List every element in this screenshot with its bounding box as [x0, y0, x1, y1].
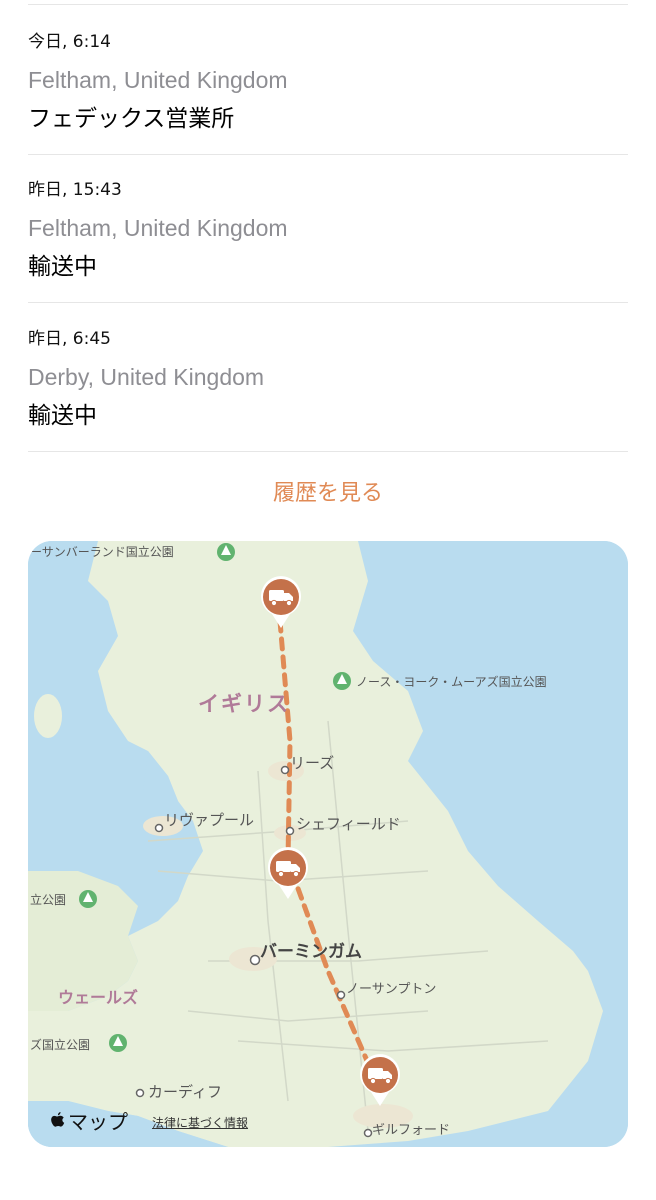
apple-icon — [51, 1111, 65, 1127]
city-dot — [280, 765, 290, 775]
map-canvas: ーサンバーランド国立公園 ノース・ヨーク・ムーアズ国立公園 イギリス リーズ リ… — [28, 541, 628, 1147]
map-label-northumberland: ーサンバーランド国立公園 — [30, 544, 174, 559]
map-label-brecon: ズ国立公園 — [30, 1037, 90, 1052]
map-label-cardiff: カーディフ — [148, 1083, 222, 1101]
map-label-leeds: リーズ — [290, 754, 334, 772]
event-time: 今日, 6:14 — [28, 32, 111, 52]
truck-icon — [268, 847, 308, 899]
apple-maps-logo: マップ — [48, 1106, 128, 1135]
truck-pin[interactable] — [357, 1052, 403, 1108]
divider — [28, 302, 628, 303]
map-label-wales: ウェールズ — [58, 988, 138, 1007]
city-dot — [363, 1128, 373, 1138]
truck-pin[interactable] — [258, 574, 304, 630]
divider — [28, 154, 628, 155]
city-dot — [249, 954, 261, 966]
map-label-sheffield: シェフィールド — [296, 815, 401, 833]
city-dot — [154, 823, 164, 833]
city-dot — [336, 990, 346, 1000]
tracking-event: 今日, 6:14 Feltham, United Kingdom フェデックス営… — [28, 32, 628, 134]
event-time: 昨日, 15:43 — [28, 180, 122, 200]
legal-info-link[interactable]: 法律に基づく情報 — [152, 1114, 248, 1131]
park-icon — [109, 1034, 127, 1052]
divider — [28, 451, 628, 452]
truck-icon — [261, 576, 301, 628]
park-icon — [333, 672, 351, 690]
park-icon — [79, 890, 97, 908]
tracking-event: 昨日, 15:43 Feltham, United Kingdom 輸送中 — [28, 180, 628, 282]
event-time: 昨日, 6:45 — [28, 329, 111, 349]
event-status: 輸送中 — [28, 403, 97, 429]
divider — [28, 4, 628, 5]
park-icon — [217, 543, 235, 561]
event-location: Feltham, United Kingdom — [28, 67, 288, 93]
truck-pin[interactable] — [265, 845, 311, 901]
map-label-guildford: ギルフォード — [372, 1123, 450, 1138]
route-map[interactable]: ーサンバーランド国立公園 ノース・ヨーク・ムーアズ国立公園 イギリス リーズ リ… — [28, 541, 628, 1147]
tracking-event: 昨日, 6:45 Derby, United Kingdom 輸送中 — [28, 329, 628, 431]
map-label-northampton: ノーサンプトン — [346, 982, 436, 997]
view-history-button[interactable]: 履歴を見る — [0, 478, 656, 510]
map-label-north-york: ノース・ヨーク・ムーアズ国立公園 — [356, 674, 547, 689]
event-status: 輸送中 — [28, 254, 97, 280]
maps-brand-label: マップ — [68, 1110, 128, 1134]
event-status: フェデックス営業所 — [28, 106, 235, 132]
city-dot — [285, 826, 295, 836]
map-label-snowdonia: 立公園 — [30, 892, 66, 907]
map-label-uk: イギリス — [198, 692, 290, 716]
truck-icon — [360, 1054, 400, 1106]
map-label-liverpool: リヴァプール — [164, 811, 254, 829]
event-location: Derby, United Kingdom — [28, 364, 265, 390]
map-label-birmingham: バーミンガム — [260, 942, 362, 962]
city-dot — [135, 1088, 145, 1098]
event-location: Feltham, United Kingdom — [28, 215, 288, 241]
